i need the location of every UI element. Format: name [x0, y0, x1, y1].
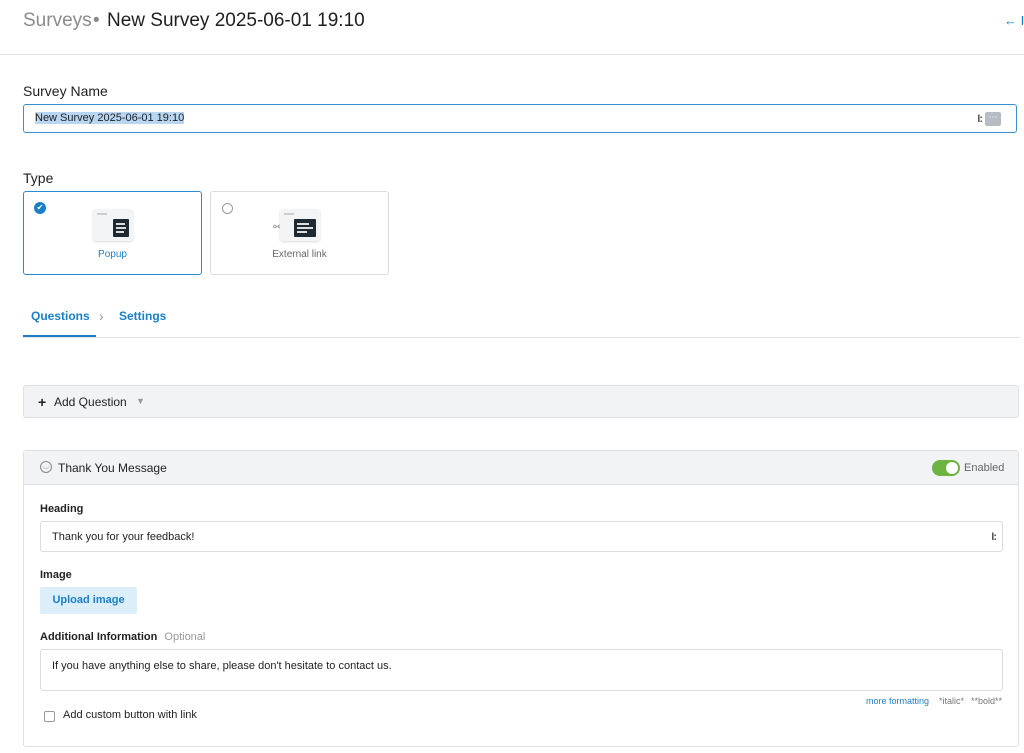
- tab-settings[interactable]: Settings: [119, 309, 166, 323]
- add-question-label: Add Question: [54, 395, 127, 409]
- additional-info-label-text: Additional Information: [40, 631, 158, 643]
- popup-preview-icon: [93, 209, 133, 241]
- heading-label: Heading: [40, 503, 84, 515]
- radio-checked-icon[interactable]: ✔: [34, 202, 46, 214]
- thank-you-panel: ◡ Thank You Message Enabled Heading Than…: [23, 450, 1019, 747]
- upload-image-button[interactable]: Upload image: [40, 587, 137, 614]
- enabled-label: Enabled: [964, 462, 1005, 474]
- back-arrow-icon[interactable]: ← I: [1004, 13, 1024, 28]
- survey-name-value: New Survey 2025-06-01 19:10: [35, 112, 185, 124]
- additional-info-value: If you have anything else to share, plea…: [52, 660, 392, 672]
- add-question-button[interactable]: + Add Question ▼: [23, 385, 1019, 418]
- caret-down-icon: ▼: [136, 396, 145, 406]
- tab-questions[interactable]: Questions: [31, 309, 90, 323]
- tabs-divider: [23, 337, 1020, 338]
- breadcrumb-surveys[interactable]: Surveys: [23, 10, 92, 32]
- enabled-toggle[interactable]: [932, 460, 960, 476]
- additional-info-label: Additional Information Optional: [40, 631, 205, 643]
- breadcrumb-separator: •: [93, 10, 100, 31]
- thank-you-header: ◡ Thank You Message Enabled: [24, 451, 1018, 485]
- survey-name-label: Survey Name: [23, 83, 108, 99]
- custom-button-checkbox[interactable]: [44, 711, 55, 722]
- type-option-external-link[interactable]: ⚯ External link: [210, 191, 389, 275]
- type-option-popup[interactable]: ✔ Popup: [23, 191, 202, 275]
- more-options-icon[interactable]: ⋯: [985, 112, 1001, 126]
- italic-hint: *italic*: [939, 696, 965, 706]
- image-label: Image: [40, 569, 72, 581]
- custom-button-label[interactable]: Add custom button with link: [63, 709, 197, 721]
- thank-you-title: Thank You Message: [58, 461, 167, 475]
- heading-value: Thank you for your feedback!: [52, 531, 195, 543]
- type-option-label: Popup: [98, 249, 127, 260]
- text-format-icon[interactable]: I:: [991, 531, 997, 543]
- type-option-label: External link: [272, 249, 327, 260]
- tab-active-indicator: [23, 335, 96, 337]
- chevron-right-icon: ›: [99, 308, 104, 324]
- type-label: Type: [23, 170, 54, 186]
- external-link-preview-icon: [280, 209, 320, 241]
- radio-unchecked-icon[interactable]: [222, 203, 233, 214]
- bold-hint: **bold**: [971, 696, 1003, 706]
- optional-label: Optional: [164, 631, 206, 643]
- survey-name-input[interactable]: New Survey 2025-06-01 19:10 I: ⋯: [23, 104, 1017, 133]
- additional-info-textarea[interactable]: If you have anything else to share, plea…: [40, 649, 1003, 691]
- heading-input[interactable]: Thank you for your feedback! I:: [40, 521, 1003, 552]
- more-formatting-link[interactable]: more formatting: [866, 696, 929, 706]
- text-format-icon[interactable]: I:: [977, 113, 983, 125]
- page-title: New Survey 2025-06-01 19:10: [107, 10, 365, 31]
- plus-icon: +: [38, 394, 47, 410]
- smile-icon: ◡: [40, 461, 52, 473]
